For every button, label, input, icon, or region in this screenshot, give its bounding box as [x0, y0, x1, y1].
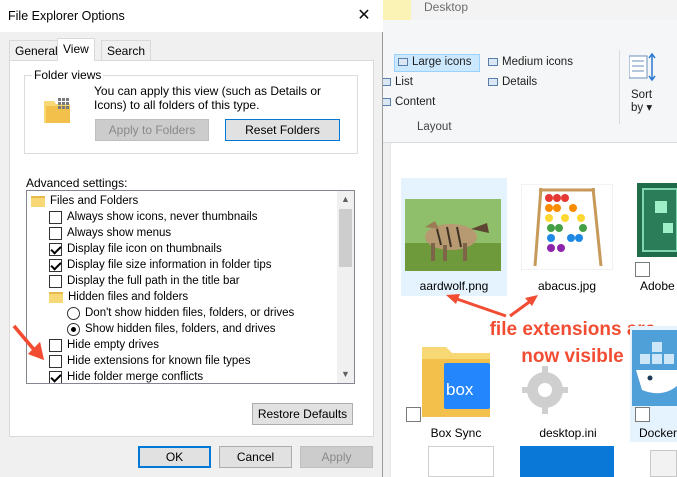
dialog-title: File Explorer Options	[8, 9, 125, 23]
tree-item-files-and-folders[interactable]: Files and Folders	[31, 193, 138, 209]
option-display-file-size[interactable]: Display file size information in folder …	[49, 257, 272, 273]
option-display-full-path[interactable]: Display the full path in the title bar	[49, 273, 240, 289]
reset-folders-button[interactable]: Reset Folders	[225, 119, 340, 141]
file-name-box-sync[interactable]: Box Sync	[408, 426, 504, 440]
folder-views-description: You can apply this view (such as Details…	[94, 84, 322, 112]
checkbox[interactable]	[49, 274, 62, 288]
option-label: Hide folder merge conflicts	[67, 371, 204, 383]
ribbon-tab-desktop[interactable]: Desktop	[424, 0, 468, 14]
scroll-thumb[interactable]	[339, 209, 352, 267]
large-icons-icon	[398, 58, 408, 66]
apply-to-folders-button[interactable]: Apply to Folders	[95, 119, 209, 141]
shortcut-arrow-icon	[635, 407, 650, 422]
apply-button[interactable]: Apply	[300, 446, 373, 468]
checkbox[interactable]	[49, 338, 62, 352]
advanced-settings-tree[interactable]: Files and Folders Always show icons, nev…	[26, 190, 355, 384]
adobe-app-icon[interactable]	[635, 183, 677, 259]
advanced-settings-label: Advanced settings:	[26, 176, 128, 190]
tab-view[interactable]: View	[57, 38, 95, 61]
option-label: Always show icons, never thumbnails	[67, 211, 258, 223]
layout-option-medium-icons[interactable]: Medium icons	[488, 56, 573, 68]
checkbox[interactable]	[49, 258, 62, 272]
tree-item-label: Files and Folders	[50, 195, 139, 207]
file-thumbnail-partial[interactable]	[428, 446, 494, 477]
close-icon[interactable]: ✕	[350, 6, 378, 26]
layout-group-label: Layout	[417, 121, 452, 133]
option-hide-empty-drives[interactable]: Hide empty drives	[49, 337, 159, 353]
medium-icons-icon	[488, 58, 498, 66]
layout-option-label: Medium icons	[502, 56, 573, 68]
details-icon	[488, 78, 498, 86]
checkbox[interactable]	[49, 210, 62, 224]
file-name-adobe[interactable]: Adobe	[628, 279, 677, 293]
layout-option-label: Details	[502, 76, 538, 88]
sort-label: Sort	[631, 89, 653, 101]
option-label: Display the full path in the title bar	[67, 275, 240, 287]
ribbon-separator	[619, 50, 620, 124]
checkbox[interactable]	[49, 354, 62, 368]
option-always-show-icons[interactable]: Always show icons, never thumbnails	[49, 209, 257, 225]
ok-button[interactable]: OK	[138, 446, 211, 468]
option-label: Show hidden files, folders, and drives	[85, 323, 276, 335]
shortcut-arrow-icon	[406, 407, 421, 422]
settings-file-icon[interactable]	[522, 364, 568, 416]
radio-button[interactable]	[67, 306, 80, 320]
ribbon-tab-active[interactable]	[383, 0, 411, 20]
option-label: Hide empty drives	[67, 339, 160, 351]
option-hide-extensions[interactable]: Hide extensions for known file types	[49, 353, 250, 369]
layout-option-content[interactable]: Content	[381, 96, 435, 108]
aardwolf-thumbnail[interactable]	[405, 199, 501, 271]
option-always-show-menus[interactable]: Always show menus	[49, 225, 171, 241]
docker-app-icon[interactable]	[632, 330, 677, 406]
tab-general[interactable]: General	[9, 40, 64, 60]
folder-views-icon	[44, 98, 70, 123]
option-show-hidden[interactable]: Show hidden files, folders, and drives	[67, 321, 276, 337]
abacus-thumbnail[interactable]	[521, 184, 613, 270]
layout-option-details[interactable]: Details	[488, 76, 537, 88]
file-explorer-options-dialog: File Explorer Options ✕ General View Sea…	[0, 0, 383, 477]
restore-defaults-button[interactable]: Restore Defaults	[252, 403, 353, 425]
layout-option-label: Large icons	[412, 56, 472, 68]
folder-icon	[49, 291, 63, 303]
annotation-arrow-icon-overlay	[12, 324, 44, 360]
file-thumbnail-partial[interactable]	[520, 446, 614, 477]
scroll-down-icon[interactable]: ▼	[337, 366, 354, 383]
file-name-desktop-ini[interactable]: desktop.ini	[520, 426, 616, 440]
file-name-docker[interactable]: Docker	[630, 426, 677, 440]
option-hide-merge-conflicts[interactable]: Hide folder merge conflicts	[49, 369, 204, 383]
option-display-file-icon[interactable]: Display file icon on thumbnails	[49, 241, 222, 257]
file-thumbnail-partial[interactable]	[650, 450, 677, 477]
option-dont-show-hidden[interactable]: Don't show hidden files, folders, or dri…	[67, 305, 294, 321]
sort-by-button[interactable]: Sort by ▾	[631, 89, 652, 115]
layout-option-label: List	[395, 76, 413, 88]
checkbox[interactable]	[49, 242, 62, 256]
layout-option-large-icons[interactable]: Large icons	[398, 56, 471, 68]
tree-item-label: Hidden files and folders	[68, 291, 189, 303]
option-label: Always show menus	[67, 227, 172, 239]
sort-icon[interactable]	[629, 52, 657, 84]
sort-by-label: by ▾	[631, 102, 653, 114]
tree-item-hidden-files[interactable]: Hidden files and folders	[49, 289, 188, 305]
option-label: Display file size information in folder …	[67, 259, 272, 271]
radio-button[interactable]	[67, 322, 80, 336]
navigation-pane-edge	[383, 143, 391, 477]
checkbox[interactable]	[49, 226, 62, 240]
shortcut-arrow-icon	[635, 262, 650, 277]
scroll-up-icon[interactable]: ▲	[337, 191, 354, 208]
option-label: Don't show hidden files, folders, or dri…	[85, 307, 295, 319]
option-label: Hide extensions for known file types	[67, 355, 251, 367]
dialog-titlebar[interactable]: File Explorer Options ✕	[0, 0, 383, 32]
layout-option-list[interactable]: List	[381, 76, 413, 88]
checkbox[interactable]	[49, 370, 62, 383]
box-logo-icon: box	[446, 380, 474, 399]
folder-views-title: Folder views	[32, 68, 104, 82]
folder-icon	[31, 195, 45, 207]
tab-search[interactable]: Search	[101, 40, 152, 60]
option-label: Display file icon on thumbnails	[67, 243, 222, 255]
cancel-button[interactable]: Cancel	[219, 446, 292, 468]
layout-option-label: Content	[395, 96, 436, 108]
tree-scrollbar[interactable]: ▲ ▼	[337, 191, 354, 383]
